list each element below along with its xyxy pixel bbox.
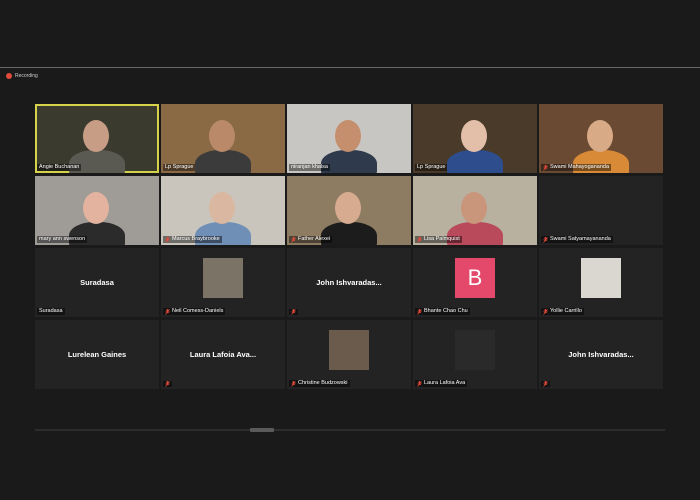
participant-tile[interactable]: mary ann swenson — [35, 176, 159, 245]
top-bar — [0, 0, 700, 68]
participant-name-tag: Bhante Chao Chu — [415, 308, 470, 315]
participant-name-tag: Lp Sprague — [415, 164, 448, 171]
gallery-grid: Angie Buchanan Lp Sprague niranjan khalsa L… — [35, 104, 665, 390]
participant-name: Lp Sprague — [165, 164, 194, 170]
participant-tile[interactable]: Lisa Palmquist — [413, 176, 537, 245]
participant-tile[interactable]: Swami Satyamayananda — [539, 176, 663, 245]
participant-name-tag: Swami Mahayogananda — [541, 164, 612, 171]
participant-tile[interactable]: Lp Sprague — [413, 104, 537, 173]
participant-head — [587, 120, 613, 152]
participant-display-name: John Ishvaradas... — [568, 350, 634, 359]
participant-name: Angie Buchanan — [39, 164, 80, 170]
mic-muted-icon — [291, 309, 296, 315]
participant-tile[interactable]: Swami Mahayogananda — [539, 104, 663, 173]
participant-name-tag: mary ann swenson — [37, 236, 88, 243]
participant-tile[interactable]: John Ishvaradas... — [287, 248, 411, 317]
participant-name: Christine Budzowski — [298, 380, 348, 386]
recording-label: Recording — [15, 73, 38, 79]
participant-display-name: Laura Lafoia Ava... — [189, 350, 257, 359]
profile-picture — [455, 330, 495, 370]
avatar: B — [455, 258, 495, 298]
participant-tile[interactable]: John Ishvaradas... — [539, 320, 663, 389]
mic-muted-icon — [165, 381, 170, 387]
participant-head — [209, 192, 235, 224]
mic-muted-icon — [165, 308, 170, 315]
participant-head — [335, 192, 361, 224]
participant-name-tag: Suradasa — [37, 308, 65, 315]
participant-name-tag: Lp Sprague — [163, 164, 196, 171]
participant-tile[interactable]: Laura Lafoia Ava... — [161, 320, 285, 389]
participant-display-name: Suradasa — [80, 278, 114, 287]
recording-indicator[interactable]: Recording — [6, 73, 38, 79]
participant-name: Laura Lafoia Ava — [424, 380, 466, 386]
profile-picture — [329, 330, 369, 370]
scrollbar-track[interactable] — [35, 429, 665, 431]
participant-name-tag: Lisa Palmquist — [415, 236, 462, 243]
participant-name-tag: Angie Buchanan — [37, 164, 82, 171]
participant-tile[interactable]: B Bhante Chao Chu — [413, 248, 537, 317]
participant-tile[interactable]: Lp Sprague — [161, 104, 285, 173]
participant-name: niranjan khalsa — [291, 164, 328, 170]
participant-name-tag — [289, 309, 298, 315]
participant-body — [447, 150, 503, 173]
participant-tile[interactable]: Angie Buchanan — [35, 104, 159, 173]
top-divider — [0, 67, 700, 68]
mic-muted-icon — [417, 380, 422, 387]
participant-display-name: John Ishvaradas... — [316, 278, 382, 287]
participant-name-tag — [541, 381, 550, 387]
participant-name: Bhante Chao Chu — [424, 308, 468, 314]
participant-name-tag: Christine Budzowski — [289, 380, 350, 387]
participant-head — [461, 192, 487, 224]
participant-tile[interactable]: Suradasa Suradasa — [35, 248, 159, 317]
participant-name: Lp Sprague — [417, 164, 446, 170]
mic-muted-icon — [291, 236, 296, 243]
participant-tile[interactable]: Marcus Braybrooke — [161, 176, 285, 245]
participant-head — [461, 120, 487, 152]
record-dot-icon — [6, 73, 12, 79]
participant-tile[interactable]: Christine Budzowski — [287, 320, 411, 389]
participant-name: Lisa Palmquist — [424, 236, 460, 242]
mic-muted-icon — [291, 380, 296, 387]
participant-tile[interactable]: niranjan khalsa — [287, 104, 411, 173]
participant-head — [335, 120, 361, 152]
profile-picture — [581, 258, 621, 298]
participant-display-name: Lurelean Gaines — [67, 350, 127, 359]
mic-muted-icon — [543, 308, 548, 315]
participant-name-tag: Father Alexei — [289, 236, 333, 243]
mic-muted-icon — [417, 308, 422, 315]
mic-muted-icon — [543, 381, 548, 387]
participant-name: Suradasa — [39, 308, 63, 314]
participant-name: Neil Comess-Daniels — [172, 308, 224, 314]
mic-muted-icon — [417, 236, 422, 243]
participant-name-tag: Swami Satyamayananda — [541, 236, 613, 243]
participant-tile[interactable]: Neil Comess-Daniels — [161, 248, 285, 317]
mic-muted-icon — [543, 236, 548, 243]
participant-tile[interactable]: Lurelean Gaines — [35, 320, 159, 389]
participant-name: Swami Mahayogananda — [550, 164, 610, 170]
participant-name-tag: niranjan khalsa — [289, 164, 330, 171]
participant-name-tag: Neil Comess-Daniels — [163, 308, 226, 315]
participant-body — [195, 150, 251, 173]
participant-name: mary ann swenson — [39, 236, 86, 242]
scrollbar-thumb[interactable] — [250, 428, 274, 432]
participant-name-tag — [163, 381, 172, 387]
participant-tile[interactable]: Yollie Carrillo — [539, 248, 663, 317]
mic-muted-icon — [165, 236, 170, 243]
participant-name-tag: Marcus Braybrooke — [163, 236, 222, 243]
participant-name-tag: Laura Lafoia Ava — [415, 380, 468, 387]
participant-tile[interactable]: Laura Lafoia Ava — [413, 320, 537, 389]
participant-head — [83, 120, 109, 152]
participant-head — [209, 120, 235, 152]
participant-name: Marcus Braybrooke — [172, 236, 220, 242]
participant-name-tag: Yollie Carrillo — [541, 308, 584, 315]
participant-tile[interactable]: Father Alexei — [287, 176, 411, 245]
participant-name: Swami Satyamayananda — [550, 236, 611, 242]
participant-name: Father Alexei — [298, 236, 331, 242]
profile-picture — [203, 258, 243, 298]
participant-name: Yollie Carrillo — [550, 308, 582, 314]
mic-muted-icon — [543, 164, 548, 171]
participant-head — [83, 192, 109, 224]
